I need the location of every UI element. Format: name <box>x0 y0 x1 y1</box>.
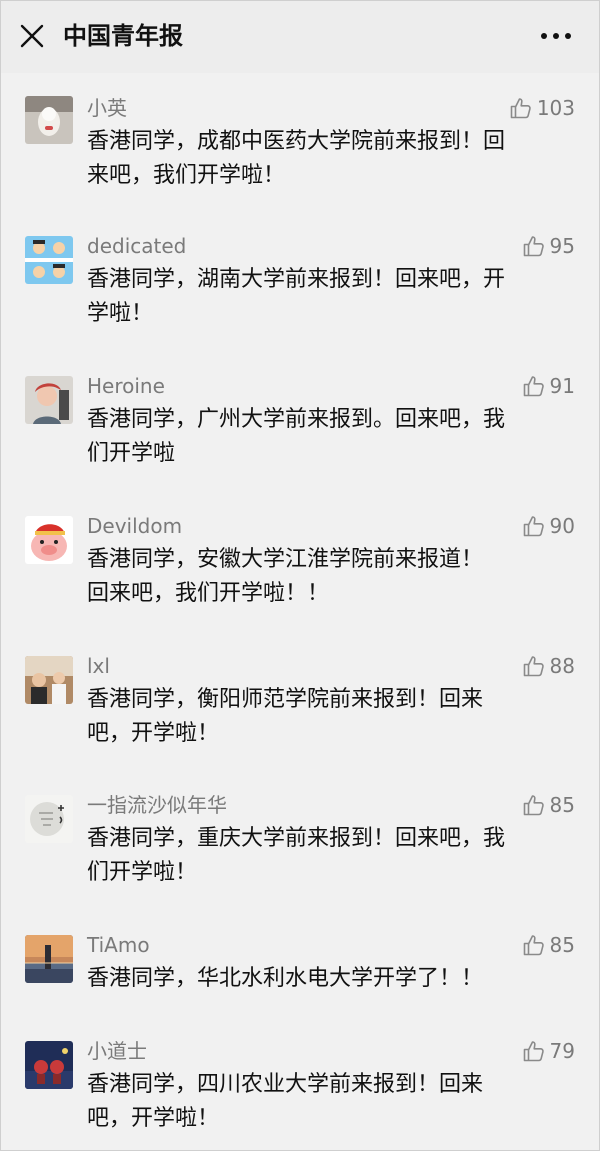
comment-text-line: 们开学啦！ <box>87 860 198 885</box>
comment-username[interactable]: dedicated <box>87 233 186 259</box>
comment-item: dedicated 95 香港同学，湖南大学前来报到！回来吧，开 学啦！ <box>1 233 599 363</box>
app-frame: 中国青年报 小英 103 香港同学，成都中医药大学院前来报到！回 来吧，我们开学… <box>0 0 600 1151</box>
comment-text-line: 吧，开学啦！ <box>87 1106 220 1131</box>
comment-text-line: 来吧，我们开学啦！ <box>87 163 286 188</box>
user-avatar[interactable] <box>25 795 73 843</box>
comment-text-line: 香港同学，华北水利水电大学开学了！！ <box>87 966 484 991</box>
like-count: 79 <box>549 1039 575 1063</box>
comment-username[interactable]: 小英 <box>87 95 127 121</box>
comment-text: 香港同学，重庆大学前来报到！回来吧，我 们开学啦！ <box>87 822 557 890</box>
like-button[interactable]: 88 <box>522 653 575 679</box>
more-horizontal-icon <box>541 33 571 39</box>
close-icon <box>20 24 44 48</box>
user-avatar[interactable] <box>25 935 73 983</box>
thumbs-up-icon <box>523 795 544 816</box>
like-count: 95 <box>549 234 575 258</box>
avatar-cartoon-pig <box>25 516 73 564</box>
like-count: 103 <box>536 96 575 120</box>
like-button[interactable]: 85 <box>522 932 575 958</box>
avatar-calligraphy-circle <box>25 795 73 843</box>
comment-username[interactable]: Heroine <box>87 373 165 399</box>
comment-text-line: 们开学啦 <box>87 441 176 466</box>
comment-text: 香港同学，衡阳师范学院前来报到！回来 吧，开学啦！ <box>87 683 557 751</box>
avatar-person-portrait <box>25 376 73 424</box>
avatar-doll <box>25 96 73 144</box>
like-count: 90 <box>549 514 575 538</box>
thumbs-up-icon <box>523 236 544 257</box>
avatar-figures-dark <box>25 1041 73 1089</box>
comment-list: 小英 103 香港同学，成都中医药大学院前来报到！回 来吧，我们开学啦！ ded… <box>1 73 599 1150</box>
comment-text-line: 回来吧，我们开学啦！！ <box>87 581 330 606</box>
user-avatar[interactable] <box>25 516 73 564</box>
user-avatar[interactable] <box>25 1041 73 1089</box>
thumbs-up-icon <box>523 516 544 537</box>
avatar-cartoon-sky <box>25 236 73 284</box>
comment-text: 香港同学，广州大学前来报到。回来吧，我 们开学啦 <box>87 403 557 471</box>
like-button[interactable]: 103 <box>509 95 575 121</box>
comment-text: 香港同学，安徽大学江淮学院前来报道！ 回来吧，我们开学啦！！ <box>87 543 557 611</box>
user-avatar[interactable] <box>25 236 73 284</box>
thumbs-up-icon <box>523 376 544 397</box>
thumbs-up-icon <box>510 98 531 119</box>
user-avatar[interactable] <box>25 376 73 424</box>
avatar-photo-people <box>25 656 73 704</box>
more-button[interactable] <box>539 27 573 45</box>
top-bar: 中国青年报 <box>1 1 599 71</box>
like-button[interactable]: 79 <box>522 1038 575 1064</box>
close-button[interactable] <box>19 23 45 49</box>
like-count: 88 <box>549 654 575 678</box>
comment-text-line: 香港同学，重庆大学前来报到！回来吧，我 <box>87 826 506 851</box>
page-title: 中国青年报 <box>63 22 183 50</box>
like-button[interactable]: 95 <box>522 233 575 259</box>
comment-text-line: 香港同学，湖南大学前来报到！回来吧，开 <box>87 267 506 292</box>
comment-item: 小英 103 香港同学，成都中医药大学院前来报到！回 来吧，我们开学啦！ <box>1 95 599 225</box>
comment-text-line: 吧，开学啦！ <box>87 721 220 746</box>
user-avatar[interactable] <box>25 96 73 144</box>
comment-item: 小道士 79 香港同学，四川农业大学前来报到！回来 吧，开学啦！ <box>1 1038 599 1150</box>
comment-username[interactable]: lxl <box>87 653 110 679</box>
like-button[interactable]: 90 <box>522 513 575 539</box>
comment-text: 香港同学，华北水利水电大学开学了！！ <box>87 962 557 996</box>
comment-username[interactable]: 一指流沙似年华 <box>87 792 227 818</box>
like-count: 91 <box>549 374 575 398</box>
thumbs-up-icon <box>523 656 544 677</box>
comment-text-line: 香港同学，衡阳师范学院前来报到！回来 <box>87 687 484 712</box>
comment-text-line: 学啦！ <box>87 301 154 326</box>
like-count: 85 <box>549 933 575 957</box>
comment-item: lxl 88 香港同学，衡阳师范学院前来报到！回来 吧，开学啦！ <box>1 653 599 783</box>
like-button[interactable]: 85 <box>522 792 575 818</box>
thumbs-up-icon <box>523 1041 544 1062</box>
comment-text-line: 香港同学，四川农业大学前来报到！回来 <box>87 1072 484 1097</box>
like-count: 85 <box>549 793 575 817</box>
comment-username[interactable]: 小道士 <box>87 1038 147 1064</box>
user-avatar[interactable] <box>25 656 73 704</box>
comment-item: Devildom 90 香港同学，安徽大学江淮学院前来报道！ 回来吧，我们开学啦… <box>1 513 599 643</box>
comment-text-line: 香港同学，成都中医药大学院前来报到！回 <box>87 129 506 154</box>
like-button[interactable]: 91 <box>522 373 575 399</box>
comment-item: 一指流沙似年华 85 香港同学，重庆大学前来报到！回来吧，我 们开学啦！ <box>1 792 599 922</box>
comment-text-line: 香港同学，安徽大学江淮学院前来报道！ <box>87 547 484 572</box>
comment-text: 香港同学，湖南大学前来报到！回来吧，开 学啦！ <box>87 263 557 331</box>
comment-text: 香港同学，四川农业大学前来报到！回来 吧，开学啦！ <box>87 1068 557 1136</box>
comment-username[interactable]: TiAmo <box>87 932 150 958</box>
comment-item: Heroine 91 香港同学，广州大学前来报到。回来吧，我 们开学啦 <box>1 373 599 503</box>
comment-text: 香港同学，成都中医药大学院前来报到！回 来吧，我们开学啦！ <box>87 125 557 193</box>
avatar-sunset-tower <box>25 935 73 983</box>
thumbs-up-icon <box>523 935 544 956</box>
comment-username[interactable]: Devildom <box>87 513 182 539</box>
comment-text-line: 香港同学，广州大学前来报到。回来吧，我 <box>87 407 506 432</box>
